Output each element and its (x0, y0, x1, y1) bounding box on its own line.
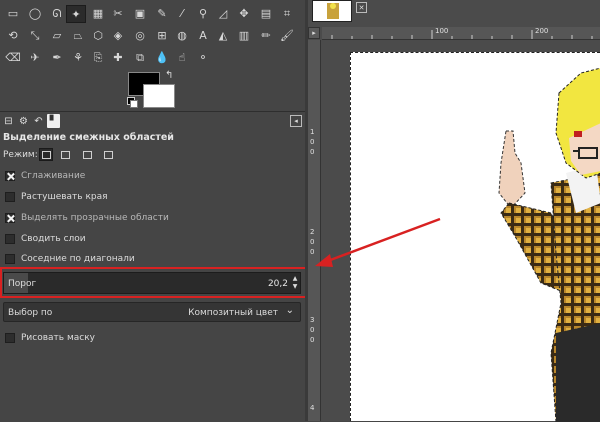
mode-intersect-icon[interactable] (101, 148, 115, 161)
lasso-select-icon[interactable]: ᘏ (47, 4, 67, 22)
option-label: Сглаживание (21, 171, 86, 181)
chevron-down-icon: ⌄ (285, 305, 294, 316)
smudge-icon[interactable]: ☝ (172, 48, 192, 66)
mode-add-icon[interactable] (58, 148, 72, 161)
warp-transform-icon[interactable]: ⊞ (152, 26, 172, 44)
ruler-label: 0 (310, 326, 315, 334)
option-label: Рисовать маску (21, 333, 95, 343)
blur-icon[interactable]: 💧 (152, 48, 172, 66)
option-diagonal-neighbors[interactable]: Соседние по диагонали (5, 254, 135, 264)
annotation-highlight-box (0, 267, 309, 298)
bucket-fill-icon[interactable]: ◭ (213, 26, 233, 44)
unified-transform-icon[interactable]: ◈ (108, 26, 128, 44)
scissors-select-icon[interactable]: ✂ (108, 4, 128, 22)
images-tab-icon[interactable]: ▘ (47, 114, 60, 128)
perspective-clone-icon[interactable]: ⧉ (130, 48, 150, 66)
airbrush-icon[interactable]: ✈ (25, 48, 45, 66)
align-icon[interactable]: ▤ (256, 4, 276, 22)
image-canvas[interactable] (350, 52, 600, 422)
option-label: Растушевать края (21, 192, 108, 202)
tool-options-title: Выделение смежных областей (3, 132, 174, 143)
draw-mask-checkbox[interactable] (5, 333, 15, 343)
dock-tabs: ⊟ ⚙ ↶ ▘ (2, 114, 60, 130)
background-color-swatch[interactable] (143, 84, 175, 108)
select-transparent-checkbox[interactable] (5, 213, 15, 223)
eraser-icon[interactable]: ⌫ (3, 48, 23, 66)
sample-merged-checkbox[interactable] (5, 234, 15, 244)
mode-label: Режим: (3, 150, 38, 160)
ruler-label: 0 (310, 148, 315, 156)
gradient-icon[interactable]: ▥ (234, 26, 254, 44)
paths-icon[interactable]: ✎ (152, 4, 172, 22)
ruler-label: 0 (310, 248, 315, 256)
ruler-label: 3 (310, 316, 315, 324)
option-label: Выделять прозрачные области (21, 213, 169, 223)
rect-select-icon[interactable]: ▭ (3, 4, 23, 22)
mode-replace-icon[interactable] (39, 148, 53, 161)
crop-icon[interactable]: ⌗ (277, 4, 297, 22)
pencil-icon[interactable]: ✏ (256, 26, 276, 44)
mypaint-brush-icon[interactable]: ⚘ (68, 48, 88, 66)
image-thumbnail (327, 3, 339, 19)
handle-transform-icon[interactable]: ◎ (130, 26, 150, 44)
scale-icon[interactable]: ⤡ (25, 26, 45, 44)
ruler-label: 2 (310, 228, 315, 236)
ruler-label: 200 (535, 27, 549, 35)
image-tab-thumbnail[interactable] (312, 0, 352, 22)
ruler-label: 4 (310, 404, 315, 412)
antialiasing-checkbox[interactable] (5, 171, 15, 181)
ruler-label: 0 (310, 138, 315, 146)
horizontal-ruler: 100 200 (322, 27, 600, 40)
measure-icon[interactable]: ◿ (213, 4, 233, 22)
select-by-value: Композитный цвет (188, 308, 278, 318)
option-select-transparent[interactable]: Выделять прозрачные области (5, 213, 169, 223)
shear-icon[interactable]: ▱ (47, 26, 67, 44)
close-tab-icon[interactable]: ✕ (356, 2, 367, 13)
undo-history-tab-icon[interactable]: ↶ (32, 114, 45, 128)
ruler-label: 0 (310, 336, 315, 344)
color-picker-icon[interactable]: ⁄ (172, 4, 192, 22)
feather-edges-checkbox[interactable] (5, 192, 15, 202)
divider (0, 111, 305, 112)
select-by-color-icon[interactable]: ▦ (88, 4, 108, 22)
ink-icon[interactable]: ✒ (47, 48, 67, 66)
ellipse-select-icon[interactable]: ◯ (25, 4, 45, 22)
paintbrush-icon[interactable]: 🖌 (277, 26, 297, 44)
option-antialiasing[interactable]: Сглаживание (5, 171, 85, 181)
toolbox-panel: ▭ ◯ ᘏ ✦ ▦ ✂ ▣ ✎ ⁄ ⚲ ◿ ✥ ▤ ⌗ ⟲ ⤡ ▱ ⏢ ⬡ ◈ … (0, 0, 309, 421)
option-feather-edges[interactable]: Растушевать края (5, 192, 108, 202)
zoom-icon[interactable]: ⚲ (193, 4, 213, 22)
move-icon[interactable]: ✥ (234, 4, 254, 22)
option-sample-merged[interactable]: Сводить слои (5, 234, 86, 244)
option-draw-mask[interactable]: Рисовать маску (5, 333, 95, 343)
fuzzy-select-icon[interactable]: ✦ (66, 5, 86, 23)
diagonal-neighbors-checkbox[interactable] (5, 254, 15, 264)
dock-menu-icon[interactable]: ◂ (290, 115, 302, 127)
option-label: Соседние по диагонали (21, 254, 135, 264)
ruler-label: 0 (310, 238, 315, 246)
rotate-icon[interactable]: ⟲ (3, 26, 23, 44)
ruler-label: 1 (310, 128, 315, 136)
foreground-select-icon[interactable]: ▣ (130, 4, 150, 22)
option-label: Сводить слои (21, 234, 86, 244)
reset-colors-icon[interactable] (127, 97, 138, 108)
swap-colors-icon[interactable]: ↰ (165, 70, 173, 81)
heal-icon[interactable]: ✚ (108, 48, 128, 66)
anime-character-image (498, 67, 600, 422)
tool-options-tab-icon[interactable]: ⊟ (2, 114, 15, 128)
dodge-burn-icon[interactable]: ⚬ (193, 48, 213, 66)
ruler-corner-icon[interactable]: ▸ (308, 27, 320, 39)
ruler-label: 100 (435, 27, 449, 35)
cage-transform-icon[interactable]: ◍ (172, 26, 192, 44)
mode-subtract-icon[interactable] (80, 148, 94, 161)
3d-transform-icon[interactable]: ⬡ (88, 26, 108, 44)
select-by-combo[interactable]: Выбор по Композитный цвет ⌄ (3, 302, 301, 322)
device-status-tab-icon[interactable]: ⚙ (17, 114, 30, 128)
text-icon[interactable]: A (193, 26, 213, 44)
select-by-label: Выбор по (8, 308, 53, 318)
image-window: ✕ ▸ 100 200 1 0 0 2 0 0 3 0 0 4 (308, 0, 600, 422)
vertical-ruler: 1 0 0 2 0 0 3 0 0 4 (308, 40, 321, 421)
perspective-icon[interactable]: ⏢ (68, 26, 88, 44)
clone-icon[interactable]: ⎘ (88, 48, 108, 66)
